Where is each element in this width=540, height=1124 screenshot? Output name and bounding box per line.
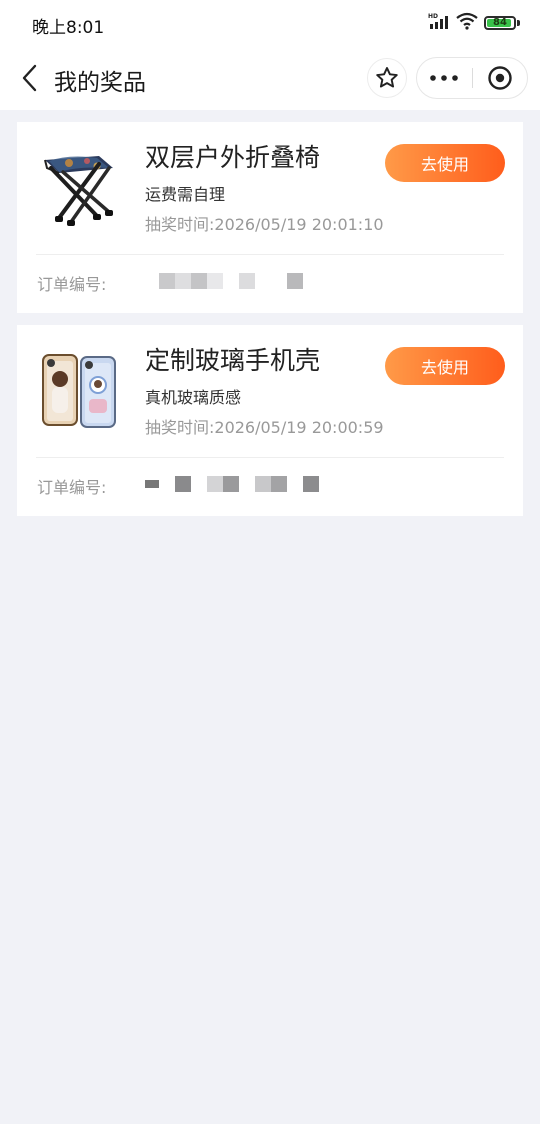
prize-description: 真机玻璃质感 (145, 388, 242, 407)
order-number-mosaic (123, 476, 323, 494)
battery-tip (517, 20, 520, 26)
back-button[interactable] (12, 60, 48, 96)
use-prize-button[interactable]: 去使用 (385, 347, 505, 385)
order-number-label: 订单编号: (37, 275, 107, 294)
battery-icon: 84 (484, 16, 516, 30)
phone-case-image (39, 349, 119, 433)
chevron-left-icon (22, 64, 37, 92)
prize-draw-time: 抽奖时间:2026/05/19 20:01:10 (145, 215, 384, 234)
folding-stool-image (39, 146, 119, 230)
prize-title: 双层户外折叠椅 (145, 143, 321, 172)
prize-description: 运费需自理 (145, 185, 226, 204)
close-miniprogram-button[interactable] (473, 58, 528, 98)
status-bar: 晚上8:01 HD 84 (0, 0, 540, 46)
svg-text:HD: HD (428, 13, 438, 20)
prize-draw-time: 抽奖时间:2026/05/19 20:00:59 (145, 418, 384, 437)
signal-icon: HD (428, 12, 450, 34)
page-title: 我的奖品 (54, 70, 146, 96)
order-number-label: 订单编号: (37, 478, 107, 497)
order-number-mosaic (123, 273, 323, 291)
nav-bar: 我的奖品 (0, 46, 540, 110)
card-divider (36, 254, 504, 255)
status-icons: HD 84 (428, 12, 520, 34)
status-time: 晚上8:01 (32, 18, 105, 38)
battery-percent: 84 (493, 17, 507, 28)
mini-program-capsule (416, 57, 528, 99)
target-circle-icon (488, 66, 512, 90)
wifi-icon (456, 12, 478, 34)
prize-card: 定制玻璃手机壳 真机玻璃质感 抽奖时间:2026/05/19 20:00:59 … (17, 325, 523, 516)
prize-title: 定制玻璃手机壳 (145, 346, 321, 375)
prize-list: 双层户外折叠椅 运费需自理 抽奖时间:2026/05/19 20:01:10 去… (17, 122, 523, 528)
card-divider (36, 457, 504, 458)
prize-card: 双层户外折叠椅 运费需自理 抽奖时间:2026/05/19 20:01:10 去… (17, 122, 523, 313)
more-button[interactable] (417, 58, 472, 98)
more-dots-icon (430, 75, 459, 81)
favorite-button[interactable] (367, 58, 407, 98)
star-icon (376, 67, 398, 88)
use-prize-button[interactable]: 去使用 (385, 144, 505, 182)
